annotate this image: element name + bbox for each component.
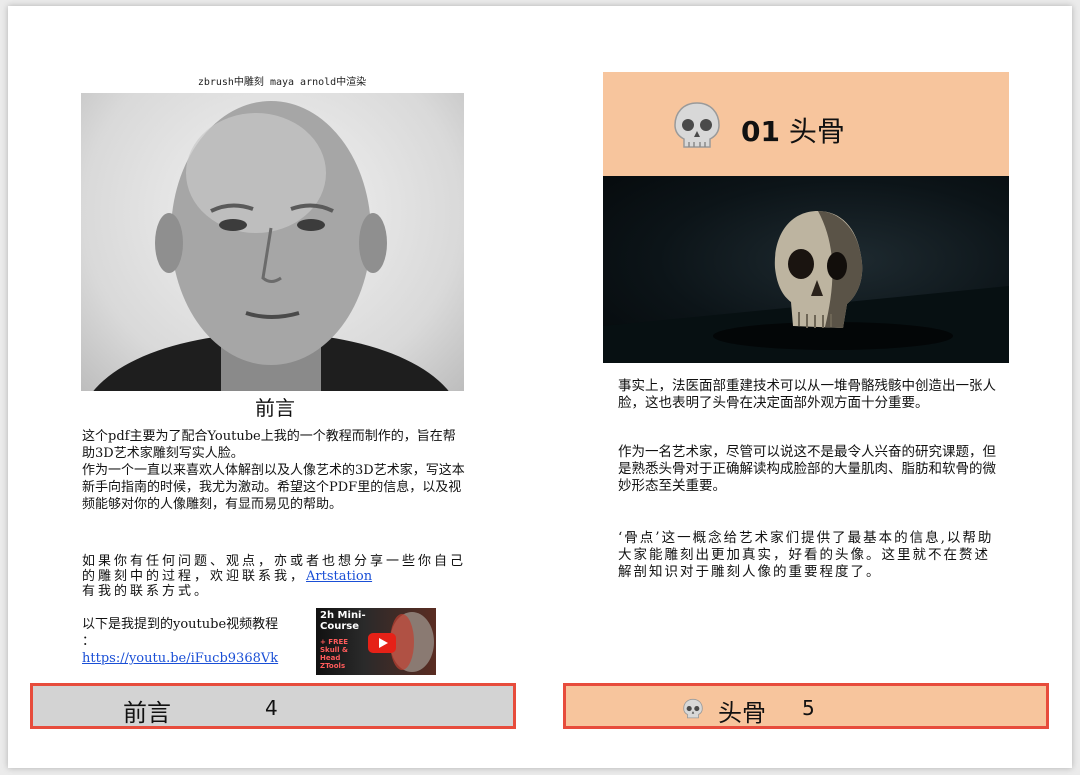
skull-icon — [683, 698, 703, 719]
chapter-name: 头骨 — [788, 115, 845, 148]
skull-icon — [674, 102, 720, 148]
preface-paragraph-2: 作为一个一直以来喜欢人体解剖以及人像艺术的3D艺术家，写这本新手向指南的时候，我… — [82, 463, 465, 512]
preface-paragraph-3: 如果你有任何问题、观点，亦或者也想分享一些你自己的雕刻中的过程，欢迎联系我，Ar… — [82, 554, 466, 599]
skull-paragraph-1: 事实上，法医面部重建技术可以从一堆骨骼残骸中创造出一张人脸，这也表明了头骨在决定… — [618, 378, 996, 411]
chapter-number: 01 — [741, 115, 780, 148]
footer-preface-label: 前言 — [123, 699, 171, 727]
footer-preface-page: 4 — [265, 696, 278, 720]
contact-text-end: 有我的联系方式。 — [82, 584, 211, 599]
skull-paragraph-2: 作为一名艺术家，尽管可以说这不是最令人兴奋的研究课题，但是熟悉头骨对于正确解读构… — [618, 444, 996, 494]
thumbnail-title: 2h Mini-Course — [320, 610, 366, 632]
artstation-link[interactable]: Artstation — [306, 569, 372, 584]
preface-heading: 前言 — [255, 396, 295, 420]
footer-preface: 前言 4 — [30, 683, 516, 729]
video-note-colon: ： — [82, 634, 96, 649]
play-icon[interactable] — [368, 633, 396, 653]
video-note: 以下是我提到的youtube视频教程 ： https://youtu.be/iF… — [82, 616, 304, 667]
footer-skull-label: 头骨 — [718, 699, 766, 727]
portrait-image — [81, 93, 464, 391]
skull-paragraph-3: ‘骨点’这一概念给艺术家们提供了最基本的信息,以帮助大家能雕刻出更加真实，好看的… — [618, 530, 994, 580]
thumbnail-subtitle: + FREE Skull & Head ZTools — [320, 638, 349, 670]
video-note-text: 以下是我提到的youtube视频教程 — [82, 617, 279, 632]
youtube-link[interactable]: https://youtu.be/iFucb9368Vk — [82, 650, 304, 667]
document-spread: zbrush中雕刻 maya arnold中渲染 前言 这个pdf主要为了配合Y… — [8, 6, 1072, 768]
footer-skull-page: 5 — [802, 696, 815, 720]
preface-paragraph-1: 这个pdf主要为了配合Youtube上我的一个教程而制作的，旨在帮助3D艺术家雕… — [82, 429, 456, 461]
video-thumbnail[interactable]: 2h Mini-Course + FREE Skull & Head ZTool… — [316, 608, 436, 675]
chapter-title: 01 头骨 — [741, 110, 845, 150]
chapter-header: 01 头骨 — [603, 72, 1009, 176]
footer-skull: 头骨 5 — [563, 683, 1049, 729]
contact-text: 如果你有任何问题、观点，亦或者也想分享一些你自己的雕刻中的过程，欢迎联系我， — [82, 554, 467, 584]
skull-photo — [603, 176, 1009, 363]
image-caption: zbrush中雕刻 maya arnold中渲染 — [197, 77, 367, 88]
